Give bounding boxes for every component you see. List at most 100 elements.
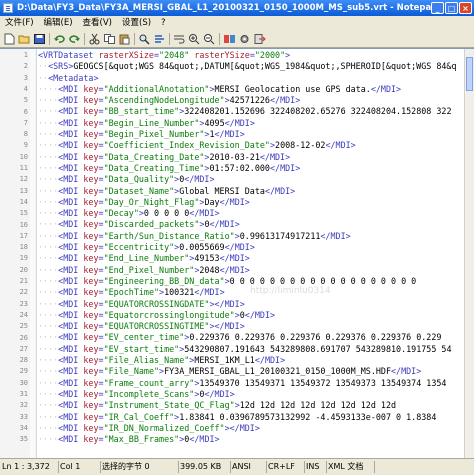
- indent-guide: ····: [38, 400, 59, 411]
- cut-icon[interactable]: [88, 33, 101, 45]
- status-encoding[interactable]: ANSI: [230, 461, 267, 473]
- indent-guide: ····: [38, 366, 59, 377]
- code-line[interactable]: ····<MDI key="Data_Creating_Time">01:57:…: [38, 163, 468, 174]
- xml-tag: <MDI: [58, 309, 84, 320]
- status-scheme[interactable]: XML 文档: [326, 461, 375, 473]
- code-line[interactable]: ··<SRS>GEOGCS[&quot;WGS 84&quot;,DATUM[&…: [38, 61, 468, 72]
- new-file-icon[interactable]: [3, 33, 16, 45]
- settings-icon[interactable]: [238, 33, 251, 45]
- menu-settings[interactable]: 设置(S): [117, 16, 156, 31]
- code-line[interactable]: ····<MDI key="EV_center_time">0.229376 0…: [38, 332, 468, 343]
- xml-tag: </MDI>: [189, 208, 220, 219]
- xml-text: FY3A_MERSI_GBAL_L1_20100321_0150_1000M_M…: [164, 366, 391, 377]
- code-line[interactable]: ····<MDI key="Day_Or_Night_Flag">Day</MD…: [38, 197, 468, 208]
- code-line[interactable]: ····<MDI key="Equatorcrossinglongitude">…: [38, 310, 468, 321]
- xml-tag: <MDI: [58, 162, 84, 173]
- code-line[interactable]: ····<MDI key="File_Alias_Name">MERSI_1KM…: [38, 355, 468, 366]
- code-line[interactable]: ····<MDI key="Instrument_State_QC_Flag">…: [38, 400, 468, 411]
- code-line[interactable]: ····<MDI key="EQUATORCROSSINGTIME"></MDI…: [38, 321, 468, 332]
- menu-file[interactable]: 文件(F): [0, 16, 39, 31]
- redo-icon[interactable]: [68, 33, 81, 45]
- code-line[interactable]: ····<MDI key="BB_start_time">322408201.1…: [38, 106, 468, 117]
- code-line[interactable]: ····<MDI key="File_Name">FY3A_MERSI_GBAL…: [38, 366, 468, 377]
- menu-help[interactable]: ?: [156, 16, 171, 31]
- line-number: 2: [23, 62, 28, 71]
- xml-attribute: key: [83, 400, 99, 411]
- code-line[interactable]: ····<MDI key="Discarded_packets">0</MDI>: [38, 219, 468, 230]
- line-number: 4: [23, 84, 28, 93]
- code-line[interactable]: ····<MDI key="IR_DN_Normalized_Coeff"></…: [38, 423, 468, 434]
- vertical-scrollbar[interactable]: [464, 49, 474, 458]
- xml-tag: ></MDI>: [224, 422, 260, 433]
- xml-attribute: key: [83, 140, 99, 151]
- line-number: 13: [19, 186, 28, 195]
- exit-icon[interactable]: [253, 33, 266, 45]
- save-icon[interactable]: [33, 33, 46, 45]
- editor-area[interactable]: 1 2 3 4 5 6 7 8 9 10 11 12 13 14 15 16 17 18 19 20 21 22 23 24 2…: [0, 48, 474, 458]
- code-line[interactable]: ····<MDI key="Coefficient_Index_Revision…: [38, 140, 468, 151]
- xml-text: 0 0 0 0 0: [143, 208, 190, 219]
- code-line[interactable]: <VRTDataset rasterXSize="2048" rasterYSi…: [38, 50, 468, 61]
- line-number: 26: [19, 333, 28, 342]
- word-wrap-icon[interactable]: [173, 33, 186, 45]
- code-line[interactable]: ··<Metadata>: [38, 73, 468, 84]
- undo-icon[interactable]: [53, 33, 66, 45]
- xml-tag: <MDI: [58, 140, 84, 151]
- status-line-endings[interactable]: CR+LF: [266, 461, 305, 473]
- code-line[interactable]: ····<MDI key="AscendingNodeLongitude">42…: [38, 95, 468, 106]
- code-line[interactable]: ····<MDI key="EQUATORCROSSINGDATE"></MDI…: [38, 299, 468, 310]
- indent-guide: ····: [38, 343, 59, 354]
- xml-tag: <SRS>: [48, 61, 74, 72]
- code-line[interactable]: ····<MDI key="End_Pixel_Number">2048</MD…: [38, 265, 468, 276]
- find-icon[interactable]: [138, 33, 151, 45]
- code-line[interactable]: ····<MDI key="Frame_count_arry">13549370…: [38, 378, 468, 389]
- code-line[interactable]: ····<MDI key="EV_start_time">543290807.1…: [38, 344, 468, 355]
- code-line[interactable]: ····<MDI key="Data_Creating_Date">2010-0…: [38, 152, 468, 163]
- code-line[interactable]: ····<MDI key="Decay">0 0 0 0 0</MDI>: [38, 208, 468, 219]
- line-number: 19: [19, 254, 28, 263]
- line-number: 18: [19, 243, 28, 252]
- menu-view[interactable]: 查看(V): [78, 16, 117, 31]
- code-text[interactable]: <VRTDataset rasterXSize="2048" rasterYSi…: [38, 50, 468, 445]
- close-button[interactable]: ×: [459, 2, 472, 14]
- xml-attribute: key: [83, 162, 99, 173]
- code-line[interactable]: ····<MDI key="Begin_Line_Number">4095</M…: [38, 118, 468, 129]
- xml-tag: </MDI>: [269, 95, 301, 106]
- code-line[interactable]: ····<MDI key="Eccentricity">0.0055669</M…: [38, 242, 468, 253]
- code-line[interactable]: ····<MDI key="End_Line_Number">49153</MD…: [38, 253, 468, 264]
- scrollbar-thumb[interactable]: [466, 57, 473, 91]
- indent-guide: ····: [38, 219, 59, 230]
- line-number: 29: [19, 367, 28, 376]
- code-line[interactable]: ····<MDI key="Dataset_Name">Global MERSI…: [38, 186, 468, 197]
- indent-guide: ····: [38, 321, 59, 332]
- xml-attribute: key: [83, 309, 99, 320]
- copy-icon[interactable]: [103, 33, 116, 45]
- scheme-icon[interactable]: [223, 33, 236, 45]
- code-line[interactable]: ····<MDI key="Begin_Pixel_Number">1</MDI…: [38, 129, 468, 140]
- code-line[interactable]: ····<MDI key="Max_BB_Frames">0</MDI>: [38, 434, 468, 445]
- notepad-app-icon[interactable]: [3, 3, 13, 13]
- status-column: Col 1: [58, 461, 101, 473]
- xml-tag: </MDI>: [209, 219, 240, 230]
- indent-guide: ····: [38, 140, 59, 151]
- menu-edit[interactable]: 编辑(E): [39, 16, 78, 31]
- open-folder-icon[interactable]: [18, 33, 31, 45]
- zoom-in-icon[interactable]: [188, 33, 201, 45]
- fold-margin[interactable]: [30, 49, 35, 458]
- code-line[interactable]: ····<MDI key="Data_Quality">0</MDI>: [38, 174, 468, 185]
- code-line[interactable]: ····<MDI key="Incomplete_Scans">0</MDI>: [38, 389, 468, 400]
- watermark: http://liminlu0314: [250, 286, 331, 296]
- xml-attribute: key: [83, 343, 99, 354]
- paste-icon[interactable]: [118, 33, 131, 45]
- code-line[interactable]: ····<MDI key="AdditionalAnotation">MERSI…: [38, 84, 468, 95]
- minimize-button[interactable]: _: [431, 2, 444, 14]
- code-line[interactable]: ····<MDI key="Earth/Sun_Distance_Ratio">…: [38, 231, 468, 242]
- zoom-out-icon[interactable]: [203, 33, 216, 45]
- xml-tag: <MDI: [58, 377, 84, 388]
- replace-icon[interactable]: [153, 33, 166, 45]
- code-line[interactable]: ····<MDI key="IR_Cal_Coeff">1.83841 0.03…: [38, 412, 468, 423]
- maximize-button[interactable]: □: [445, 2, 458, 14]
- xml-attribute: key: [83, 208, 99, 219]
- xml-value: "Day_Or_Night_Flag": [103, 196, 200, 207]
- xml-value: "Begin_Line_Number": [103, 117, 200, 128]
